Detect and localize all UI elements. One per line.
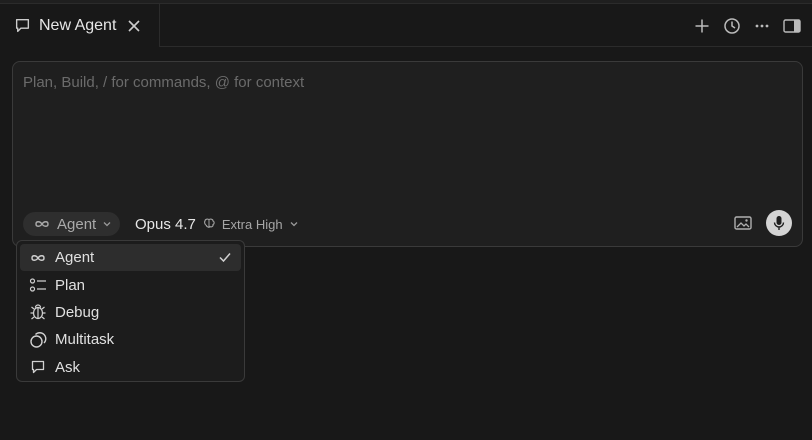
tab-title: New Agent [39,16,117,34]
mode-dropdown-menu: Agent Plan Debug Multitask Ask [16,240,245,382]
checklist-icon [29,276,47,294]
infinity-icon [29,249,47,267]
menu-item-label: Debug [55,303,100,321]
infinity-icon [33,218,51,230]
model-name: Opus 4.7 [135,215,196,233]
image-icon[interactable] [734,215,752,231]
tab-bar: New Agent [0,4,812,47]
microphone-button[interactable] [766,210,792,236]
menu-item-label: Ask [55,358,81,376]
toggle-panel-icon[interactable] [782,16,802,36]
plus-icon[interactable] [692,16,712,36]
menu-item-label: Plan [55,276,86,294]
chat-bubble-icon [14,17,31,34]
menu-item-ask[interactable]: Ask [20,354,241,381]
tab-actions [692,16,802,36]
multitask-icon [29,331,47,349]
menu-item-plan[interactable]: Plan [20,271,241,298]
effort-label: Extra High [221,216,283,232]
mode-selector[interactable]: Agent [23,212,121,236]
menu-item-multitask[interactable]: Multitask [20,326,241,353]
more-icon[interactable] [752,16,772,36]
chat-bubble-icon [29,358,47,376]
checkmark-icon [217,249,233,265]
composer-actions [734,210,792,236]
chevron-down-icon [289,219,299,229]
tab-new-agent[interactable]: New Agent [0,4,160,47]
mode-label: Agent [57,215,97,233]
microphone-icon [773,216,785,230]
menu-item-debug[interactable]: Debug [20,299,241,326]
bug-icon [29,303,47,321]
menu-item-agent[interactable]: Agent [20,244,241,272]
close-icon[interactable] [126,18,142,34]
brain-icon [202,217,216,231]
composer: Agent Opus 4.7 Extra High [12,61,803,247]
history-icon[interactable] [722,16,742,36]
prompt-input[interactable] [23,74,783,204]
menu-item-label: Multitask [55,331,115,349]
menu-item-label: Agent [55,249,95,267]
chevron-down-icon [102,219,112,229]
model-selector[interactable]: Opus 4.7 Extra High [135,212,299,236]
